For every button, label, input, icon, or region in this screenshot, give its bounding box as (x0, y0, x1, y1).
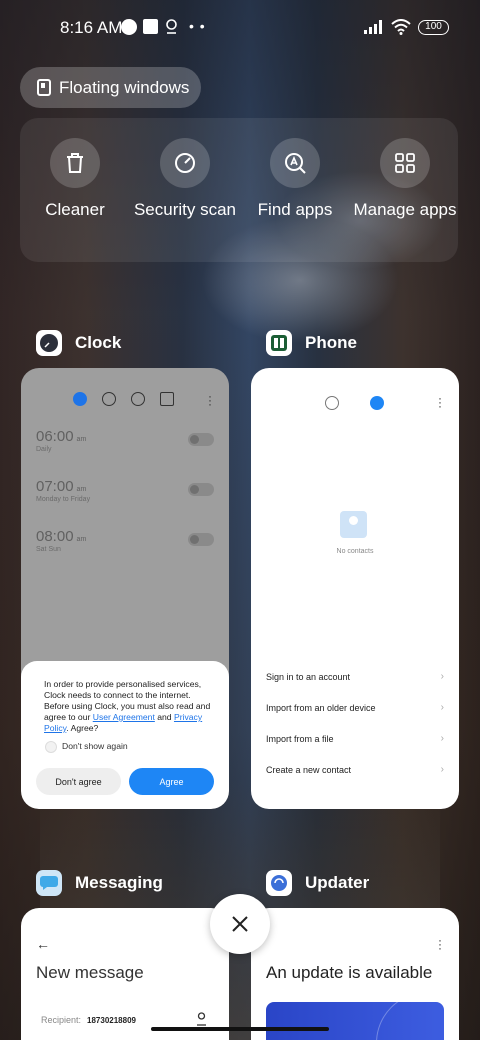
new-message-title: New message (36, 963, 144, 982)
import-file-item[interactable]: Import from a file › (266, 733, 444, 744)
clock-app-header[interactable]: Clock (36, 330, 121, 356)
alarm-item[interactable]: 07:00 am Monday to Friday (36, 478, 216, 503)
clock-more-icon[interactable]: · · · (208, 390, 212, 410)
security-scan-label: Security scan (133, 200, 237, 219)
updater-more-icon[interactable]: · · · (438, 934, 442, 954)
update-available-title: An update is available (266, 963, 433, 982)
contacts-tab-icon[interactable] (370, 396, 384, 410)
trash-icon (50, 138, 100, 188)
floating-windows-button[interactable]: Floating windows (20, 67, 201, 108)
floating-windows-label: Floating windows (59, 77, 190, 97)
clock-consent-dialog: In order to provide personalised service… (21, 661, 229, 809)
back-arrow-icon[interactable]: ← (36, 936, 50, 952)
home-indicator[interactable] (151, 1027, 329, 1031)
alarm-toggle[interactable] (188, 483, 214, 496)
clock-app-icon (36, 330, 62, 356)
find-apps-label: Find apps (257, 200, 333, 219)
world-clock-tab-icon[interactable] (102, 392, 116, 406)
clear-all-button[interactable] (210, 894, 270, 954)
phone-more-icon[interactable]: · · · (438, 392, 442, 412)
updater-app-header[interactable]: Updater (266, 870, 369, 896)
messaging-app-name: Messaging (75, 873, 163, 892)
status-bar: 8:16 AM • • 100 (0, 0, 480, 56)
chevron-right-icon: › (440, 733, 444, 744)
floating-window-icon (37, 79, 51, 96)
user-agreement-link[interactable]: User Agreement (93, 712, 155, 722)
quick-actions-panel: Cleaner Security scan Find apps Manage a… (20, 118, 458, 262)
alarm-tab-icon[interactable] (73, 392, 87, 406)
cleaner-label: Cleaner (45, 200, 105, 219)
update-banner-image (266, 1002, 444, 1040)
more-notifications-icon: • • (189, 18, 206, 34)
clock-app-card[interactable]: · · · 06:00 am Daily 07:00 am Monday to Frid… (21, 368, 229, 809)
sign-in-account-item[interactable]: Sign in to an account › (266, 671, 444, 682)
chevron-right-icon: › (440, 764, 444, 775)
consent-text: In order to provide personalised service… (44, 679, 211, 733)
timer-tab-icon[interactable] (160, 392, 174, 406)
alarm-item[interactable]: 08:00 am Sat Sun (36, 528, 216, 553)
status-time: 8:16 AM (60, 18, 123, 37)
recents-tab-icon[interactable] (325, 396, 339, 410)
chevron-right-icon: › (440, 702, 444, 713)
alarm-repeat: Monday to Friday (36, 496, 91, 503)
find-apps-button[interactable]: Find apps (240, 138, 350, 220)
updater-app-icon (266, 870, 292, 896)
phone-app-name: Phone (305, 333, 357, 352)
contact-placeholder-icon (340, 511, 367, 538)
find-apps-icon (270, 138, 320, 188)
alarm-toggle[interactable] (188, 533, 214, 546)
manage-apps-button[interactable]: Manage apps (350, 138, 460, 220)
chevron-right-icon: › (440, 671, 444, 682)
import-older-device-item[interactable]: Import from an older device › (266, 702, 444, 713)
messaging-app-icon (36, 870, 62, 896)
recipient-field[interactable]: Recipient: 18730218809 (41, 1015, 136, 1025)
dont-show-again-checkbox[interactable] (45, 741, 57, 753)
create-contact-item[interactable]: Create a new contact › (266, 764, 444, 775)
dont-show-again-label: Don't show again (62, 741, 128, 751)
messaging-app-header[interactable]: Messaging (36, 870, 163, 896)
agree-button[interactable]: Agree (129, 768, 214, 795)
updater-app-card[interactable]: · · · An update is available (251, 908, 459, 1040)
no-contacts-text: No contacts (336, 548, 374, 555)
messaging-app-card[interactable]: ← New message Recipient: 18730218809 (21, 908, 229, 1040)
dont-agree-button[interactable]: Don't agree (36, 768, 121, 795)
clock-app-name: Clock (75, 333, 122, 352)
alarm-repeat: Sat Sun (36, 546, 61, 553)
phone-app-icon (266, 330, 292, 356)
cleaner-button[interactable]: Cleaner (20, 138, 130, 220)
phone-app-card[interactable]: · · · No contacts Sign in to an account › I… (251, 368, 459, 809)
close-icon (232, 916, 248, 932)
updater-app-name: Updater (305, 873, 370, 892)
messenger-notification-icon (121, 19, 137, 35)
location-icon (166, 19, 177, 34)
wifi-icon (391, 19, 411, 35)
clock-tabs (73, 392, 174, 406)
alarm-item[interactable]: 06:00 am Daily (36, 428, 216, 453)
app-notification-icon (143, 19, 158, 34)
signal-icon (364, 20, 382, 34)
phone-app-header[interactable]: Phone (266, 330, 357, 356)
add-contact-icon[interactable] (196, 1012, 207, 1026)
security-scan-icon (160, 138, 210, 188)
security-scan-button[interactable]: Security scan (130, 138, 240, 220)
battery-indicator: 100 (418, 20, 449, 35)
grid-icon (380, 138, 430, 188)
manage-apps-label: Manage apps (353, 200, 457, 219)
alarm-toggle[interactable] (188, 433, 214, 446)
stopwatch-tab-icon[interactable] (131, 392, 145, 406)
alarm-repeat: Daily (36, 446, 52, 453)
